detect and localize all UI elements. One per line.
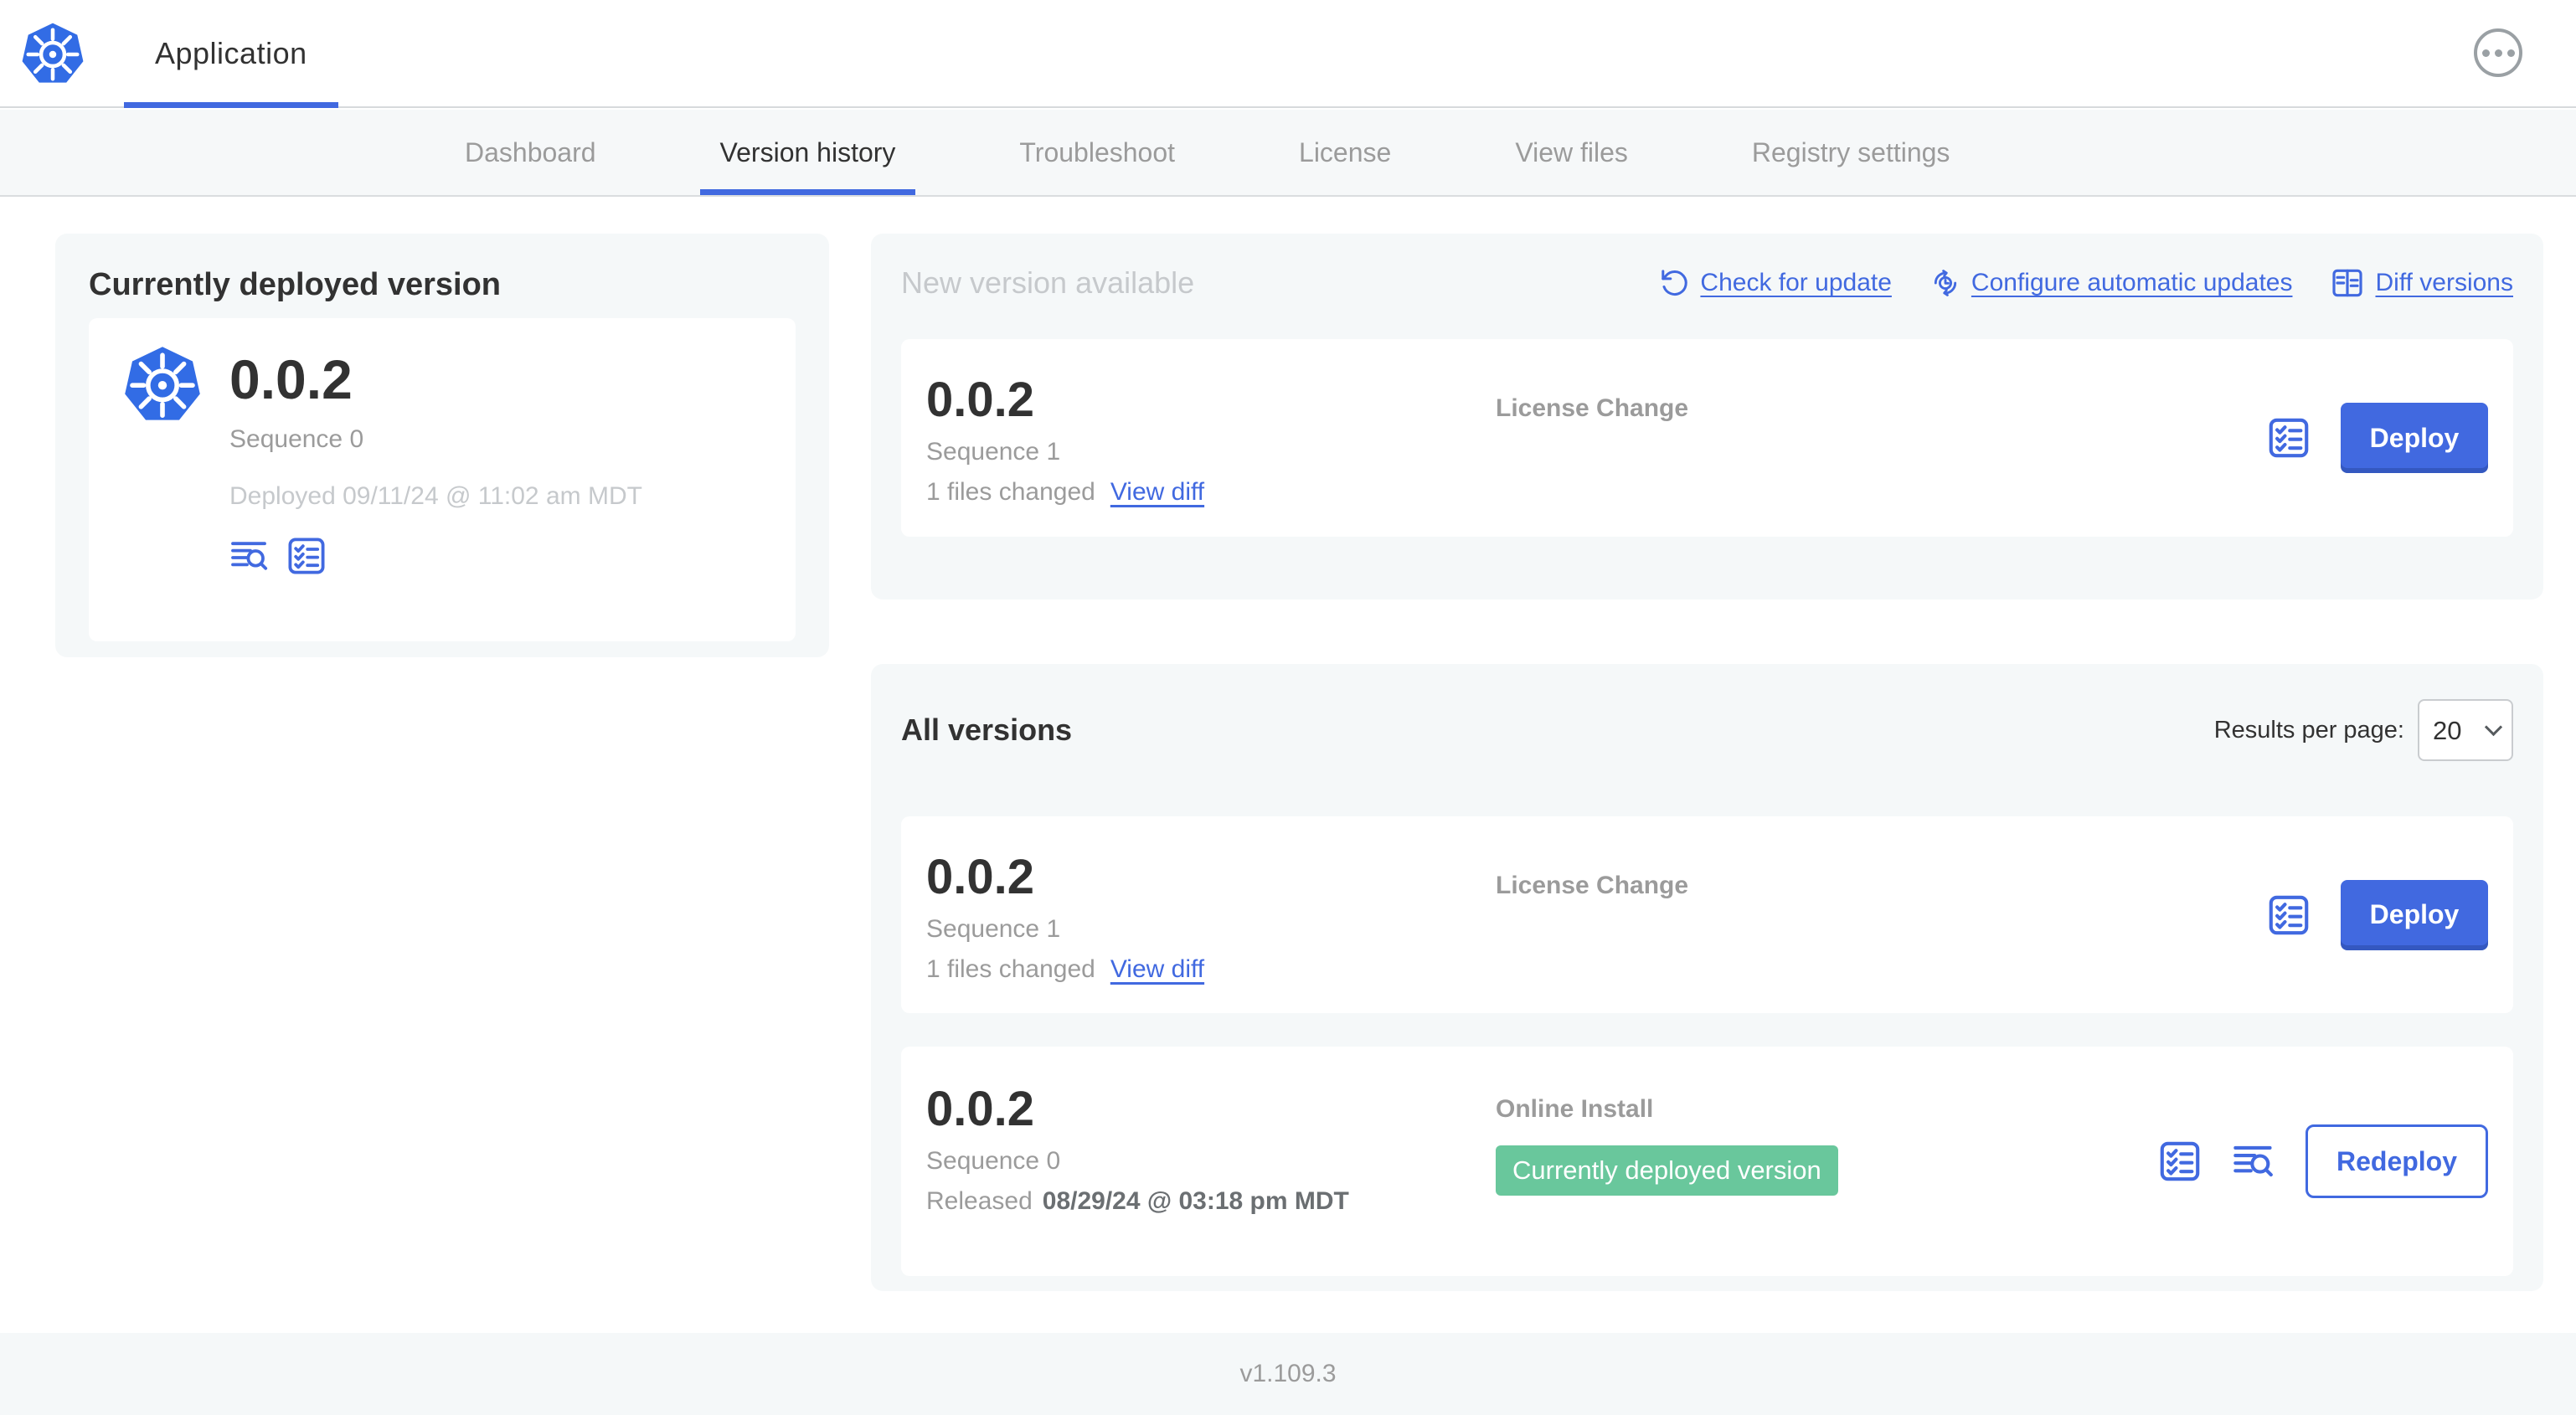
version-sequence: Sequence 0 [926, 1147, 1061, 1175]
check-for-update-link[interactable]: Check for update [1659, 268, 1892, 298]
all-versions-heading: All versions [901, 713, 1073, 747]
version-row: 0.0.2 Sequence 0 Released 08/29/24 @ 03:… [901, 1047, 2513, 1276]
version-number: 0.0.2 [926, 1082, 1034, 1136]
preflight-checks-button[interactable] [2267, 416, 2311, 460]
console-version: v1.109.3 [1239, 1360, 1337, 1387]
diff-versions-link[interactable]: Diff versions [2331, 266, 2513, 300]
checklist-icon [286, 536, 327, 576]
version-sequence: Sequence 1 [926, 915, 1061, 943]
overflow-menu-button[interactable] [2474, 28, 2522, 77]
tab-troubleshoot[interactable]: Troubleshoot [1019, 110, 1175, 195]
active-app-tab-underline [124, 102, 338, 108]
preflight-checks-button[interactable] [2158, 1140, 2202, 1183]
currently-deployed-title: Currently deployed version [89, 267, 502, 302]
checklist-icon [2267, 416, 2311, 460]
diff-icon [2331, 266, 2364, 300]
currently-deployed-card: 0.0.2 Sequence 0 Deployed 09/11/24 @ 11:… [89, 318, 796, 641]
checklist-icon [2267, 893, 2311, 937]
view-logs-button[interactable] [2232, 1140, 2275, 1183]
deployed-sequence: Sequence 0 [229, 425, 364, 453]
deployed-version-number: 0.0.2 [229, 348, 353, 410]
preflight-checks-button[interactable] [286, 536, 327, 576]
secondary-nav: Dashboard Version history Troubleshoot L… [0, 110, 2576, 197]
results-per-page-label: Results per page: [2213, 716, 2404, 744]
new-version-row: 0.0.2 Sequence 1 1 files changed View di… [901, 339, 2513, 537]
ellipsis-icon [2481, 49, 2490, 57]
version-number: 0.0.2 [926, 373, 1034, 427]
tab-registry-settings[interactable]: Registry settings [1752, 110, 1950, 195]
version-row: 0.0.2 Sequence 1 1 files changed View di… [901, 816, 2513, 1013]
preflight-checks-button[interactable] [2267, 893, 2311, 937]
version-sequence: Sequence 1 [926, 438, 1061, 466]
new-version-panel: New version available Check for update C… [871, 234, 2543, 599]
files-changed-label: 1 files changed [926, 955, 1095, 983]
schedule-update-icon [1930, 268, 1960, 298]
checklist-icon [2158, 1140, 2202, 1183]
released-label: Released [926, 1187, 1033, 1215]
app-title: Application [155, 35, 307, 70]
version-source-label: License Change [1496, 394, 1689, 422]
logs-icon [229, 536, 270, 576]
view-diff-link[interactable]: View diff [1110, 478, 1204, 507]
version-source-label: License Change [1496, 872, 1689, 899]
tab-view-files[interactable]: View files [1515, 110, 1628, 195]
files-changed-label: 1 files changed [926, 478, 1095, 506]
redeploy-button[interactable]: Redeploy [2306, 1124, 2488, 1198]
app-tab[interactable]: Application [124, 0, 338, 108]
version-number: 0.0.2 [926, 850, 1034, 904]
tab-license[interactable]: License [1299, 110, 1391, 195]
tab-version-history[interactable]: Version history [699, 110, 916, 195]
deployed-timestamp: Deployed 09/11/24 @ 11:02 am MDT [229, 482, 642, 510]
app-header: Application [0, 0, 2576, 108]
released-timestamp: 08/29/24 @ 03:18 pm MDT [1042, 1187, 1349, 1215]
kubernetes-app-icon [122, 342, 203, 427]
currently-deployed-panel: Currently deployed version 0.0.2 Sequenc… [55, 234, 829, 657]
logs-icon [2232, 1140, 2275, 1183]
deploy-button[interactable]: Deploy [2341, 403, 2488, 473]
view-diff-link[interactable]: View diff [1110, 955, 1204, 984]
new-version-heading: New version available [901, 265, 1195, 300]
currently-deployed-badge: Currently deployed version [1496, 1145, 1838, 1196]
app-footer: v1.109.3 [0, 1333, 2576, 1415]
all-versions-panel: All versions Results per page: 20 0.0.2 … [871, 664, 2543, 1291]
configure-automatic-updates-link[interactable]: Configure automatic updates [1930, 268, 2292, 298]
results-per-page-select[interactable]: 20 [2418, 699, 2513, 761]
view-logs-button[interactable] [229, 536, 270, 576]
deploy-button[interactable]: Deploy [2341, 879, 2488, 950]
tab-dashboard[interactable]: Dashboard [465, 110, 596, 195]
version-source-label: Online Install [1496, 1095, 1654, 1123]
refresh-icon [1659, 268, 1689, 298]
active-tab-underline [699, 189, 916, 195]
kubernetes-logo-icon [20, 21, 85, 86]
